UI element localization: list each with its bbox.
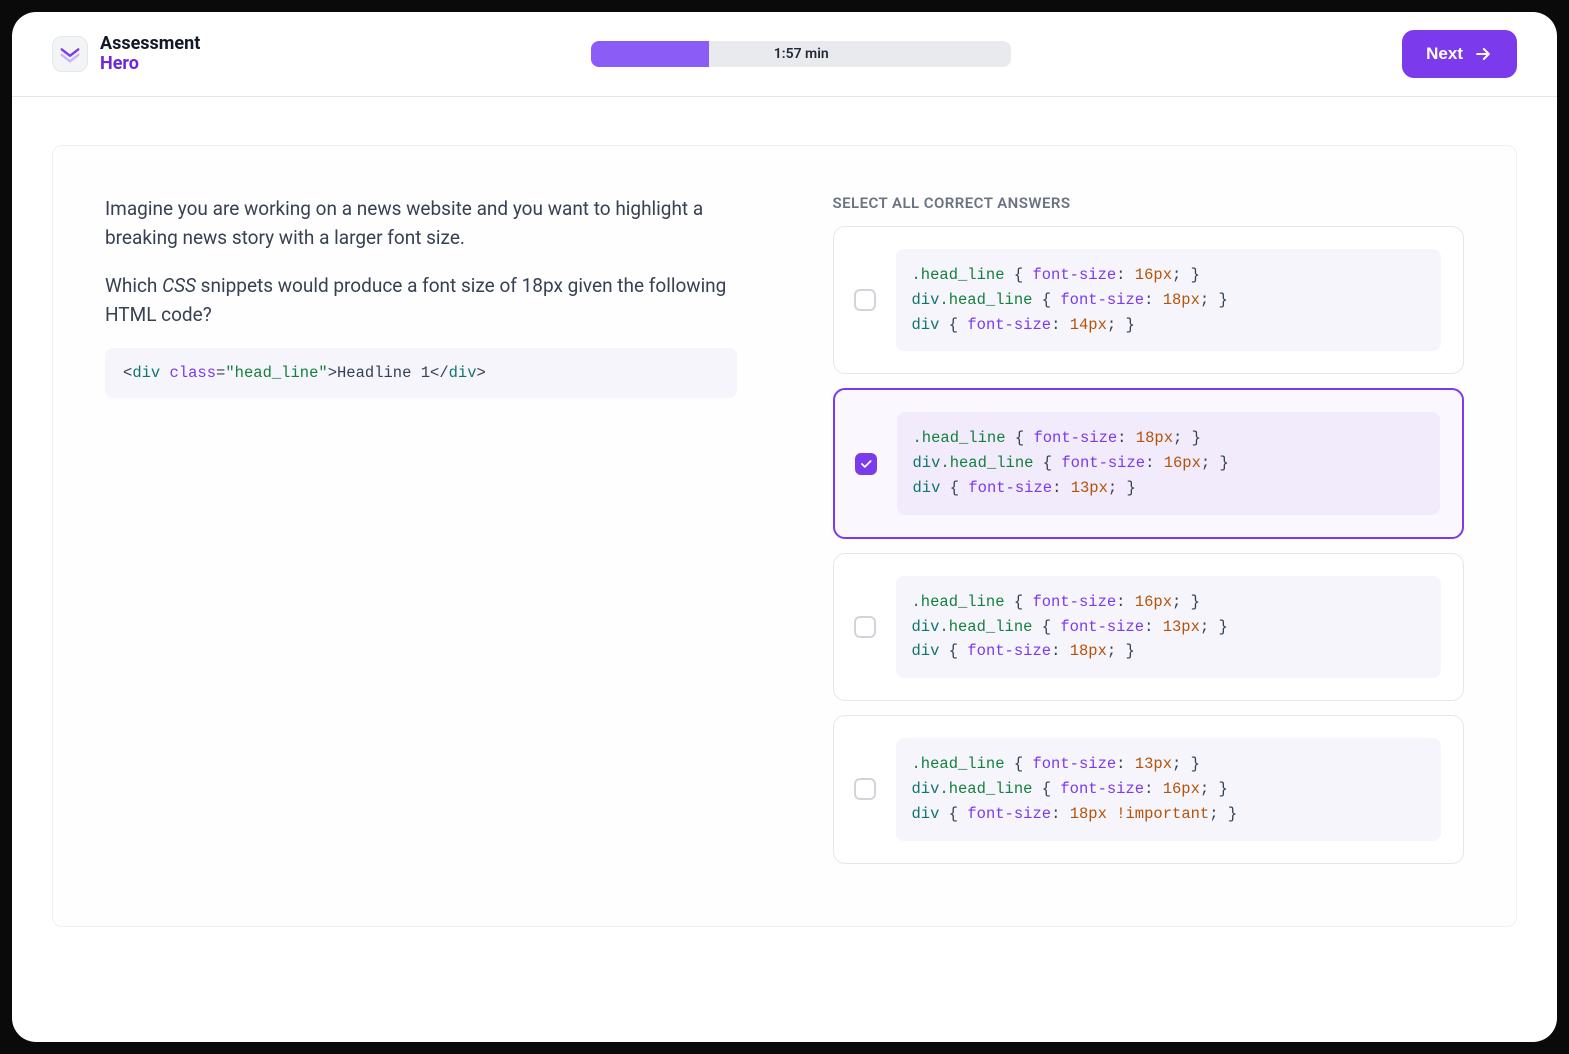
question-paragraph-2: Which CSS snippets would produce a font … [105, 271, 737, 330]
answer-code-2: .head_line { font-size: 16px; } div.head… [896, 576, 1442, 678]
question-paragraph-1: Imagine you are working on a news websit… [105, 194, 737, 253]
answer-checkbox-3[interactable] [854, 778, 876, 800]
next-button-label: Next [1426, 44, 1463, 64]
answer-option-2[interactable]: .head_line { font-size: 16px; } div.head… [833, 553, 1465, 701]
arrow-right-icon [1473, 44, 1493, 64]
answer-code-1: .head_line { font-size: 18px; } div.head… [897, 412, 1441, 514]
brand-name: Assessment Hero [100, 34, 200, 74]
brand-logo-icon [52, 36, 88, 72]
progress-fill [591, 41, 709, 67]
answer-option-1[interactable]: .head_line { font-size: 18px; } div.head… [833, 388, 1465, 538]
question-card: Imagine you are working on a news websit… [52, 145, 1517, 927]
next-button[interactable]: Next [1402, 30, 1517, 78]
brand: Assessment Hero [52, 34, 200, 74]
question-column: Imagine you are working on a news websit… [105, 194, 737, 878]
main-content: Imagine you are working on a news websit… [12, 97, 1557, 1042]
answer-instruction: SELECT ALL CORRECT ANSWERS [833, 194, 1465, 212]
answer-checkbox-1[interactable] [855, 453, 877, 475]
answers-column: SELECT ALL CORRECT ANSWERS .head_line { … [833, 194, 1465, 878]
header: Assessment Hero 1:57 min Next [12, 12, 1557, 97]
brand-name-line2: Hero [100, 54, 200, 74]
answer-checkbox-0[interactable] [854, 289, 876, 311]
check-icon [859, 457, 873, 471]
answer-checkbox-2[interactable] [854, 616, 876, 638]
answer-code-3: .head_line { font-size: 13px; } div.head… [896, 738, 1442, 840]
answer-option-3[interactable]: .head_line { font-size: 13px; } div.head… [833, 715, 1465, 863]
answer-code-0: .head_line { font-size: 16px; } div.head… [896, 249, 1442, 351]
answer-option-0[interactable]: .head_line { font-size: 16px; } div.head… [833, 226, 1465, 374]
brand-name-line1: Assessment [100, 34, 200, 54]
app-window: Assessment Hero 1:57 min Next Imagine yo… [12, 12, 1557, 1042]
answers-list: .head_line { font-size: 16px; } div.head… [833, 226, 1465, 864]
timer-label: 1:57 min [774, 46, 829, 62]
progress-bar: 1:57 min [591, 41, 1011, 67]
question-code-snippet: <div class="head_line">Headline 1</div> [105, 348, 737, 398]
